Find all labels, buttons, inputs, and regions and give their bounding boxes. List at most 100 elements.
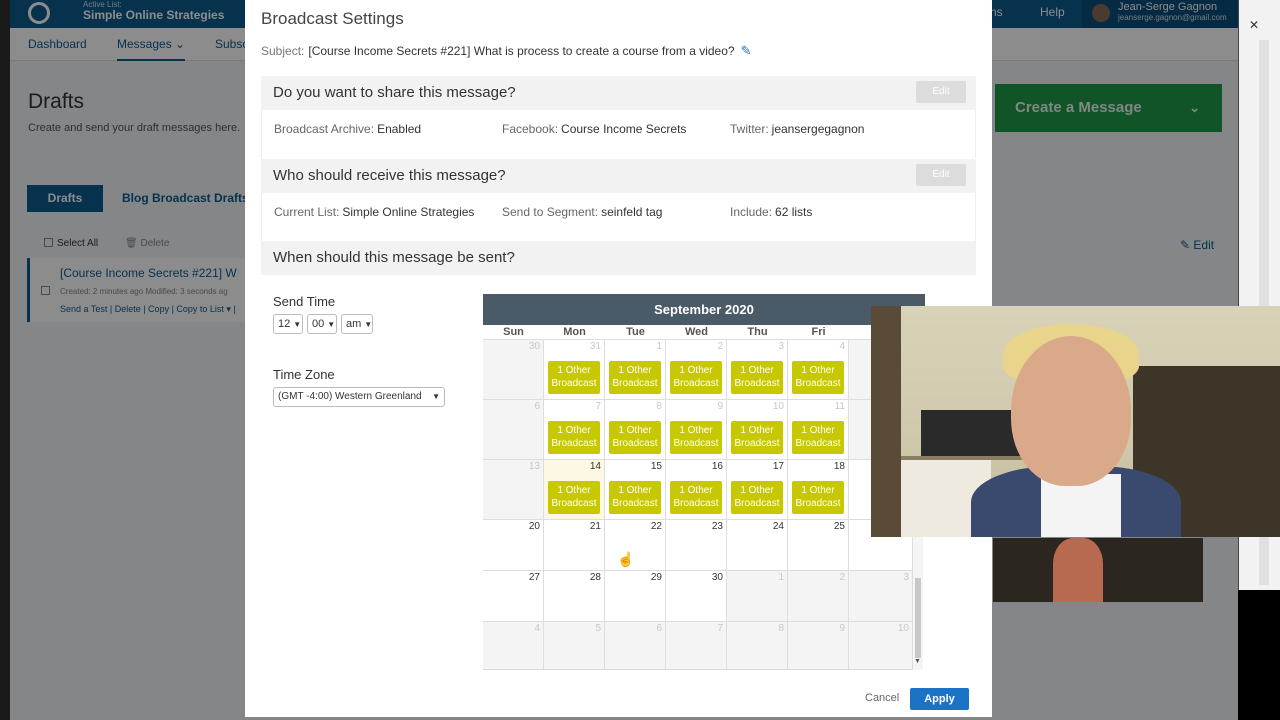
calendar-day-cell[interactable]: 3 1 Other Broadcast: [727, 340, 788, 400]
calendar-day-cell[interactable]: 14 1 Other Broadcast: [544, 460, 605, 520]
other-broadcast-badge[interactable]: 1 Other Broadcast: [548, 481, 600, 514]
calendar-day-cell[interactable]: 23: [666, 520, 727, 571]
calendar-day-number: 14: [589, 461, 601, 472]
calendar-day-cell[interactable]: 1: [727, 571, 788, 622]
calendar-day-cell[interactable]: 21: [544, 520, 605, 571]
calendar-day-cell[interactable]: 30: [483, 340, 544, 400]
calendar-day-cell[interactable]: 29: [605, 571, 666, 622]
when-section-header: When should this message be sent?: [261, 241, 976, 275]
scroll-down-icon[interactable]: ▼: [914, 658, 921, 665]
modal-title: Broadcast Settings: [261, 9, 404, 28]
calendar-day-cell[interactable]: 16 1 Other Broadcast: [666, 460, 727, 520]
calendar-day-number: 8: [778, 623, 784, 634]
other-broadcast-badge[interactable]: 1 Other Broadcast: [609, 421, 661, 454]
calendar-grid: 30 31 1 Other Broadcast 1 1 Other Broadcast 2 1 …: [483, 340, 913, 670]
hand-cursor-icon: ☝: [617, 551, 635, 567]
other-broadcast-badge[interactable]: 1 Other Broadcast: [792, 361, 844, 394]
weekday-sun: Sun: [503, 326, 524, 338]
other-broadcast-badge[interactable]: 1 Other Broadcast: [731, 421, 783, 454]
calendar-day-cell[interactable]: 28: [544, 571, 605, 622]
other-broadcast-badge[interactable]: 1 Other Broadcast: [792, 481, 844, 514]
calendar-day-number: 6: [656, 623, 662, 634]
share-edit-button[interactable]: Edit: [916, 81, 966, 103]
share-section-title: Do you want to share this message?: [273, 84, 516, 101]
calendar-day-cell[interactable]: 11 1 Other Broadcast: [788, 400, 849, 460]
calendar-day-number: 27: [528, 572, 540, 583]
calendar-day-cell[interactable]: 13: [483, 460, 544, 520]
other-broadcast-badge[interactable]: 1 Other Broadcast: [670, 481, 722, 514]
calendar-day-cell[interactable]: 10: [849, 622, 913, 670]
hour-select[interactable]: 12 ▼: [273, 314, 303, 334]
other-broadcast-badge[interactable]: 1 Other Broadcast: [731, 361, 783, 394]
calendar-day-cell[interactable]: 5: [544, 622, 605, 670]
apply-button[interactable]: Apply: [910, 688, 969, 710]
ampm-select[interactable]: am ▼: [341, 314, 373, 334]
share-section-header: Do you want to share this message? Edit: [261, 76, 976, 110]
calendar-day-number: 15: [650, 461, 662, 472]
webcam-preview: [993, 538, 1203, 602]
cancel-button[interactable]: Cancel: [865, 692, 899, 704]
calendar-day-cell[interactable]: 4: [483, 622, 544, 670]
calendar-day-cell[interactable]: 20: [483, 520, 544, 571]
subject-value: [Course Income Secrets #221] What is pro…: [308, 44, 735, 58]
side-black-area: [1238, 590, 1280, 720]
other-broadcast-badge[interactable]: 1 Other Broadcast: [609, 481, 661, 514]
calendar-day-cell[interactable]: 17 1 Other Broadcast: [727, 460, 788, 520]
calendar-day-cell[interactable]: 7: [666, 622, 727, 670]
calendar-day-cell[interactable]: 2: [788, 571, 849, 622]
other-broadcast-badge[interactable]: 1 Other Broadcast: [731, 481, 783, 514]
other-broadcast-badge[interactable]: 1 Other Broadcast: [792, 421, 844, 454]
calendar-day-number: 31: [589, 341, 601, 352]
calendar-day-number: 11: [834, 401, 845, 412]
calendar-day-number: 28: [589, 572, 601, 583]
other-broadcast-badge[interactable]: 1 Other Broadcast: [548, 361, 600, 394]
calendar-day-cell[interactable]: 2 1 Other Broadcast: [666, 340, 727, 400]
other-broadcast-badge[interactable]: 1 Other Broadcast: [609, 361, 661, 394]
calendar-day-number: 9: [839, 623, 845, 634]
calendar-day-cell[interactable]: 6: [605, 622, 666, 670]
other-broadcast-badge[interactable]: 1 Other Broadcast: [548, 421, 600, 454]
weekday-wed: Wed: [684, 326, 709, 338]
calendar-day-cell[interactable]: 27: [483, 571, 544, 622]
calendar-day-number: 17: [772, 461, 784, 472]
calendar-day-cell[interactable]: 3: [849, 571, 913, 622]
minute-select[interactable]: 00 ▼: [307, 314, 337, 334]
chevron-down-icon: ▼: [432, 392, 440, 401]
when-section-title: When should this message be sent?: [273, 249, 515, 266]
calendar-day-number: 23: [711, 521, 723, 532]
calendar-day-cell[interactable]: 8: [727, 622, 788, 670]
calendar-day-cell[interactable]: 24: [727, 520, 788, 571]
pencil-icon[interactable]: ✎: [741, 43, 752, 59]
calendar-day-number: 10: [772, 401, 784, 412]
weekday-mon: Mon: [563, 326, 586, 338]
calendar-day-cell[interactable]: 30: [666, 571, 727, 622]
scrollbar-thumb[interactable]: [915, 578, 921, 658]
calendar-day-number: 5: [595, 623, 601, 634]
close-icon[interactable]: ✕: [1249, 18, 1259, 32]
other-broadcast-badge[interactable]: 1 Other Broadcast: [670, 361, 722, 394]
calendar-day-number: 7: [595, 401, 601, 412]
calendar-day-cell[interactable]: 9 1 Other Broadcast: [666, 400, 727, 460]
calendar-day-cell[interactable]: 22: [605, 520, 666, 571]
time-zone-select[interactable]: (GMT -4:00) Western Greenland ▼: [273, 387, 445, 407]
calendar-day-number: 1: [778, 572, 784, 583]
calendar-day-number: 6: [534, 401, 540, 412]
calendar-day-cell[interactable]: 10 1 Other Broadcast: [727, 400, 788, 460]
calendar-day-cell[interactable]: 18 1 Other Broadcast: [788, 460, 849, 520]
calendar-day-cell[interactable]: 7 1 Other Broadcast: [544, 400, 605, 460]
weekday-thu: Thu: [747, 326, 768, 338]
calendar-day-cell[interactable]: 4 1 Other Broadcast: [788, 340, 849, 400]
calendar-day-cell[interactable]: 1 1 Other Broadcast: [605, 340, 666, 400]
calendar-day-cell[interactable]: 15 1 Other Broadcast: [605, 460, 666, 520]
other-broadcast-badge[interactable]: 1 Other Broadcast: [670, 421, 722, 454]
receive-edit-button[interactable]: Edit: [916, 164, 966, 186]
calendar-day-cell[interactable]: 6: [483, 400, 544, 460]
calendar-day-cell[interactable]: 25: [788, 520, 849, 571]
receive-section-body: Current List: Simple Online Strategies Se…: [261, 193, 976, 241]
calendar: September 2020› Sun Mon Tue Wed Thu Fri …: [483, 294, 925, 670]
calendar-day-number: 24: [772, 521, 784, 532]
calendar-day-number: 3: [903, 572, 909, 583]
calendar-day-cell[interactable]: 31 1 Other Broadcast: [544, 340, 605, 400]
calendar-day-cell[interactable]: 9: [788, 622, 849, 670]
calendar-day-cell[interactable]: 8 1 Other Broadcast: [605, 400, 666, 460]
